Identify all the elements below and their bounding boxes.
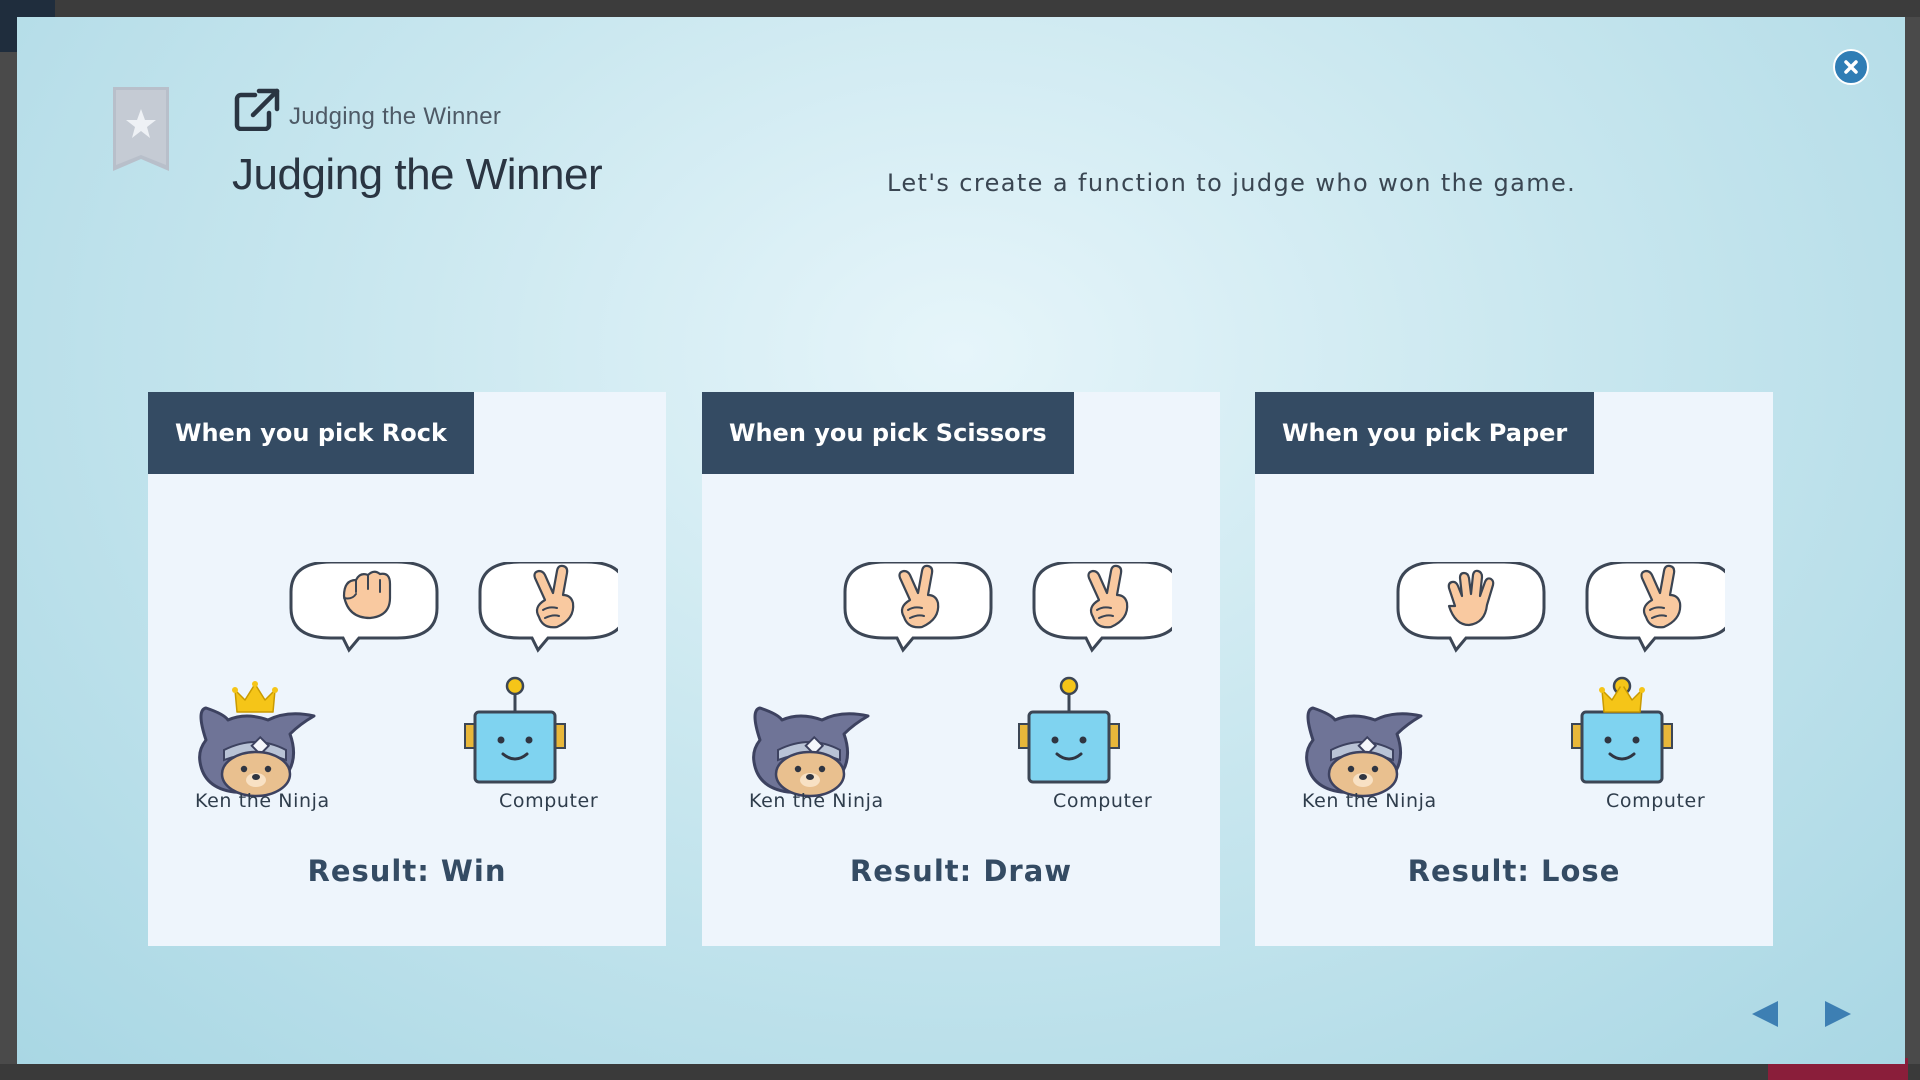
card-illustration	[1305, 560, 1735, 802]
lesson-description: Let's create a function to judge who won…	[887, 169, 1577, 197]
breadcrumb-text: Judging the Winner	[289, 103, 502, 130]
close-button[interactable]	[1833, 49, 1869, 85]
computer-label: Computer	[1606, 790, 1706, 812]
robot-character-icon	[464, 676, 566, 784]
lesson-modal: Judging the Winner Judging the Winner Le…	[17, 17, 1905, 1064]
ninja-character-icon	[1305, 706, 1423, 798]
robot-character-icon	[1018, 676, 1120, 784]
result-prefix: Result:	[849, 854, 973, 888]
card-header: When you pick Rock	[148, 392, 474, 474]
result-value: Win	[440, 854, 507, 888]
ninja-character-icon	[198, 706, 316, 798]
computer-label: Computer	[1053, 790, 1153, 812]
external-link-icon[interactable]	[233, 87, 281, 131]
result-text: Result: Win	[148, 854, 666, 888]
result-text: Result: Draw	[702, 854, 1220, 888]
background-top-bar	[0, 0, 1920, 17]
bookmark-star-icon[interactable]	[113, 87, 169, 171]
prev-arrow-icon[interactable]	[1748, 997, 1782, 1031]
result-card-scissors: When you pick Scissors Ken the Ninja Com…	[702, 392, 1220, 946]
card-header: When you pick Paper	[1255, 392, 1595, 474]
result-prefix: Result:	[307, 854, 430, 888]
player-label: Ken the Ninja	[1302, 790, 1437, 812]
card-header: When you pick Scissors	[702, 392, 1074, 474]
player-label: Ken the Ninja	[749, 790, 884, 812]
background-bottom-bar	[0, 1064, 1920, 1080]
result-prefix: Result:	[1407, 854, 1530, 888]
player-label: Ken the Ninja	[195, 790, 330, 812]
lesson-breadcrumb: Judging the Winner	[233, 87, 501, 131]
result-card-rock: When you pick Rock Ken the Ninja Compute…	[148, 392, 666, 946]
card-illustration	[198, 560, 628, 802]
card-illustration	[752, 560, 1182, 802]
result-card-paper: When you pick Paper Ken the Ninja Comput…	[1255, 392, 1773, 946]
result-value: Draw	[983, 854, 1073, 888]
crown-icon	[1599, 681, 1645, 713]
computer-label: Computer	[499, 790, 599, 812]
page-title: Judging the Winner	[232, 150, 603, 199]
result-value: Lose	[1541, 854, 1621, 888]
ninja-character-icon	[752, 706, 870, 798]
result-text: Result: Lose	[1255, 854, 1773, 888]
close-icon	[1844, 60, 1858, 74]
next-arrow-icon[interactable]	[1821, 997, 1855, 1031]
crown-icon	[232, 681, 278, 713]
